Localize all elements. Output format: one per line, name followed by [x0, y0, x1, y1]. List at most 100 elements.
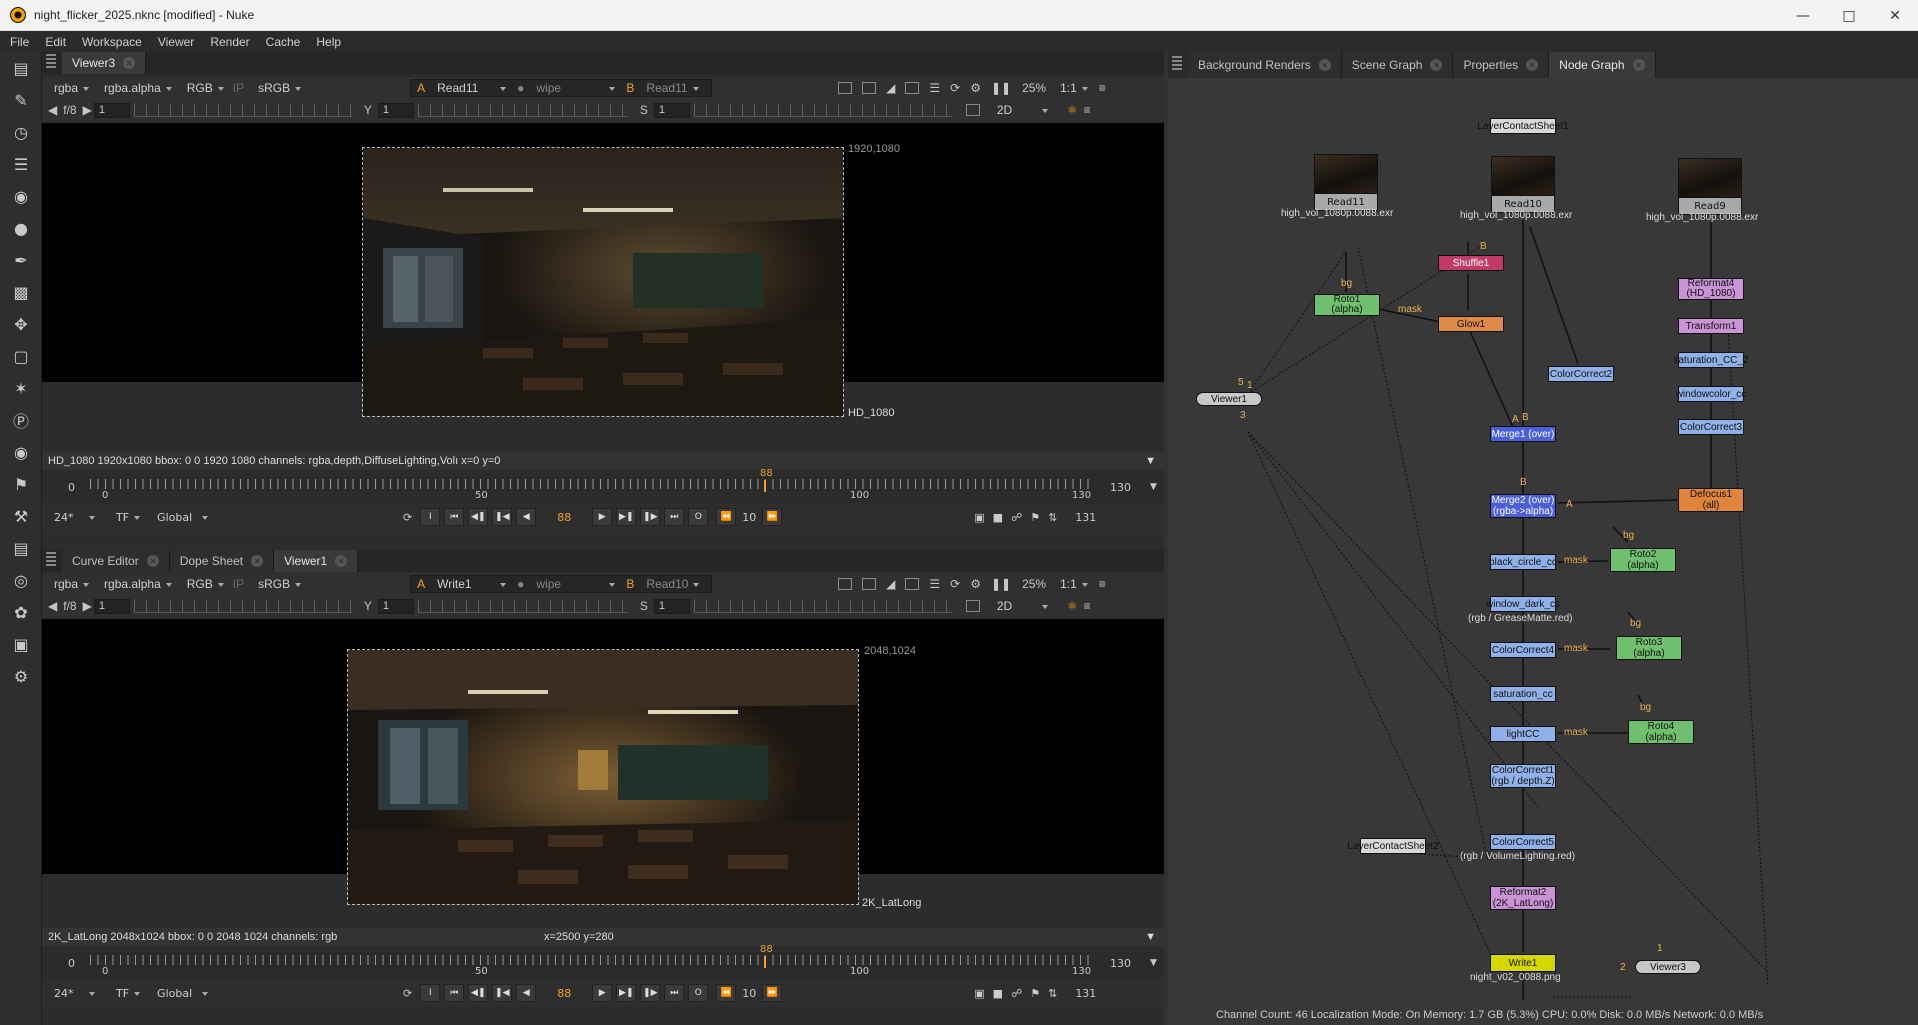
pane-grip-icon[interactable]	[46, 552, 56, 566]
gamma-input[interactable]: 1	[377, 598, 414, 614]
node-windowcolor-cc[interactable]: windowcolor_cc	[1676, 386, 1746, 402]
close-icon[interactable]: ✕	[1872, 0, 1918, 31]
views-tools-icon[interactable]: ◉	[0, 436, 42, 468]
metadata-tools-icon[interactable]: ⚑	[0, 468, 42, 500]
last-frame-button[interactable]: ⏭	[664, 984, 685, 1002]
saturation-input[interactable]: 1	[653, 102, 690, 118]
proxy-icon[interactable]	[905, 82, 920, 94]
tab-curve-editor[interactable]: Curve Editor ×	[62, 550, 170, 572]
first-frame-button[interactable]: ⏮	[444, 984, 465, 1002]
ratio-dropdown[interactable]: 1:1	[1054, 80, 1093, 97]
lock-icon[interactable]: ⚛	[1067, 599, 1078, 613]
timeline-end[interactable]: 130	[1110, 957, 1131, 970]
fstop-value[interactable]: f/8	[63, 103, 76, 117]
merge-tools-icon[interactable]: ▩	[0, 276, 42, 308]
next-keyframe-button[interactable]: ❚▶	[640, 984, 661, 1002]
roi-icon[interactable]	[838, 578, 853, 590]
last-frame-value[interactable]: 131	[1075, 987, 1096, 1000]
node-roto1[interactable]: Roto1 (alpha)	[1314, 294, 1380, 316]
node-colorcorrect2[interactable]: ColorCorrect2	[1548, 366, 1614, 382]
prev-fstop-icon[interactable]: ◀	[48, 103, 57, 117]
deep-tools-icon[interactable]: Ⓟ	[0, 404, 42, 436]
menu-file[interactable]: File	[0, 35, 35, 49]
timeline-menu-icon[interactable]: ▼	[1150, 958, 1157, 968]
record-icon[interactable]: ■	[993, 511, 1003, 524]
channels-dropdown[interactable]: rgba	[48, 576, 94, 593]
node-saturation-cc[interactable]: saturation_cc	[1490, 686, 1556, 702]
menu-workspace[interactable]: Workspace	[72, 35, 148, 49]
minimize-icon[interactable]: —	[1780, 0, 1826, 31]
roi-box-icon[interactable]	[965, 600, 980, 612]
node-window-dark-cc[interactable]: window_dark_cc	[1486, 596, 1560, 612]
clip-warning-icon[interactable]: ◢	[886, 577, 895, 591]
lock-frame-icon[interactable]: ☍	[1011, 987, 1022, 1000]
refresh-icon[interactable]: ⟳	[950, 577, 960, 591]
transform-tools-icon[interactable]: ✥	[0, 308, 42, 340]
overlay-icon[interactable]: ☰	[929, 577, 940, 591]
pause-icon[interactable]: ❚❚	[991, 81, 1011, 95]
node-shuffle1[interactable]: Shuffle1	[1438, 255, 1504, 271]
view-mode-dropdown[interactable]: 2D	[991, 102, 1053, 119]
prev-keyframe-button[interactable]: ◀❚	[468, 984, 489, 1002]
close-tab-icon[interactable]: ×	[146, 555, 159, 567]
timeline-end[interactable]: 130	[1110, 481, 1131, 494]
furnace-tools-icon[interactable]: ◎	[0, 564, 42, 596]
viewer-bottom-timeline[interactable]: 0 0 50 100 130 88 130 ▼	[42, 944, 1164, 978]
current-frame-marker[interactable]: 88	[760, 944, 773, 955]
channels-dropdown[interactable]: rgba	[48, 80, 94, 97]
node-colorcorrect5[interactable]: ColorCorrect5	[1490, 834, 1556, 850]
close-tab-icon[interactable]: ×	[335, 555, 348, 567]
global-dropdown[interactable]: Global	[151, 985, 213, 1002]
node-reformat4[interactable]: Reformat4 (HD_1080)	[1678, 278, 1744, 300]
time-tools-icon[interactable]: ◷	[0, 116, 42, 148]
play-forward-button[interactable]: ▶	[592, 508, 613, 526]
node-saturation-cc-2[interactable]: saturation_CC_2	[1673, 352, 1749, 368]
more-menu-icon[interactable]: ≡	[1099, 81, 1106, 95]
wipe-dropdown[interactable]: wipe	[530, 80, 620, 97]
node-colorcorrect1[interactable]: ColorCorrect1 (rgb / depth.Z)	[1490, 764, 1556, 788]
prev-fstop-icon[interactable]: ◀	[48, 599, 57, 613]
roi-icon[interactable]	[838, 82, 853, 94]
prev-frame-button[interactable]: ❚◀	[492, 508, 513, 526]
tf-dropdown[interactable]: TF	[110, 985, 145, 1002]
node-defocus1[interactable]: Defocus1 (all)	[1678, 488, 1744, 512]
info-expand-icon[interactable]: ▼	[1145, 931, 1156, 943]
gamma-slider[interactable]	[417, 599, 628, 613]
play-backward-button[interactable]: ◀	[516, 984, 537, 1002]
timeline-start[interactable]: 0	[68, 481, 75, 494]
lut-dropdown[interactable]: sRGB	[252, 576, 306, 593]
monitor-out-icon[interactable]: ▣	[974, 511, 984, 524]
refresh-icon[interactable]: ⟳	[950, 81, 960, 95]
play-forward-button[interactable]: ▶	[592, 984, 613, 1002]
viewer-bottom-canvas[interactable]: 2048,1024 2K_LatLong	[42, 619, 1164, 909]
node-viewer3[interactable]: Viewer3	[1635, 960, 1701, 974]
lut-dropdown[interactable]: sRGB	[252, 80, 306, 97]
playhead[interactable]	[764, 480, 766, 492]
prev-keyframe-button[interactable]: ◀❚	[468, 508, 489, 526]
timeline-start[interactable]: 0	[68, 957, 75, 970]
filter-tools-icon[interactable]: ●	[0, 212, 42, 244]
playhead[interactable]	[764, 956, 766, 968]
b-input-dropdown[interactable]: Read11	[640, 80, 703, 97]
overlay-icon[interactable]: ☰	[929, 81, 940, 95]
zoom-value[interactable]: 25%	[1022, 577, 1046, 591]
next-fstop-icon[interactable]: ▶	[83, 103, 92, 117]
global-dropdown[interactable]: Global	[151, 509, 213, 526]
in-point-button[interactable]: I	[420, 984, 441, 1002]
proxy-icon[interactable]	[905, 578, 920, 590]
bookmark-icon[interactable]: ⚑	[1030, 511, 1040, 524]
gear-icon[interactable]: ⚙	[970, 577, 981, 591]
sync-icon[interactable]: ⇅	[1048, 511, 1057, 524]
other-tools-icon[interactable]: ▤	[0, 532, 42, 564]
draw-tools-icon[interactable]: ✎	[0, 84, 42, 116]
next-frame-button[interactable]: ▶❚	[616, 984, 637, 1002]
close-tab-icon[interactable]: ×	[251, 555, 264, 567]
lock-frame-icon[interactable]: ☍	[1011, 511, 1022, 524]
toolsets-icon[interactable]: ⚒	[0, 500, 42, 532]
pause-icon[interactable]: ❚❚	[991, 577, 1011, 591]
last-frame-button[interactable]: ⏭	[664, 508, 685, 526]
saturation-input[interactable]: 1	[653, 598, 690, 614]
node-black-circle-cc[interactable]: black_circle_cc	[1489, 554, 1557, 570]
node-roto4[interactable]: Roto4 (alpha)	[1628, 720, 1694, 744]
settings-tools-icon[interactable]: ⚙	[0, 660, 42, 692]
